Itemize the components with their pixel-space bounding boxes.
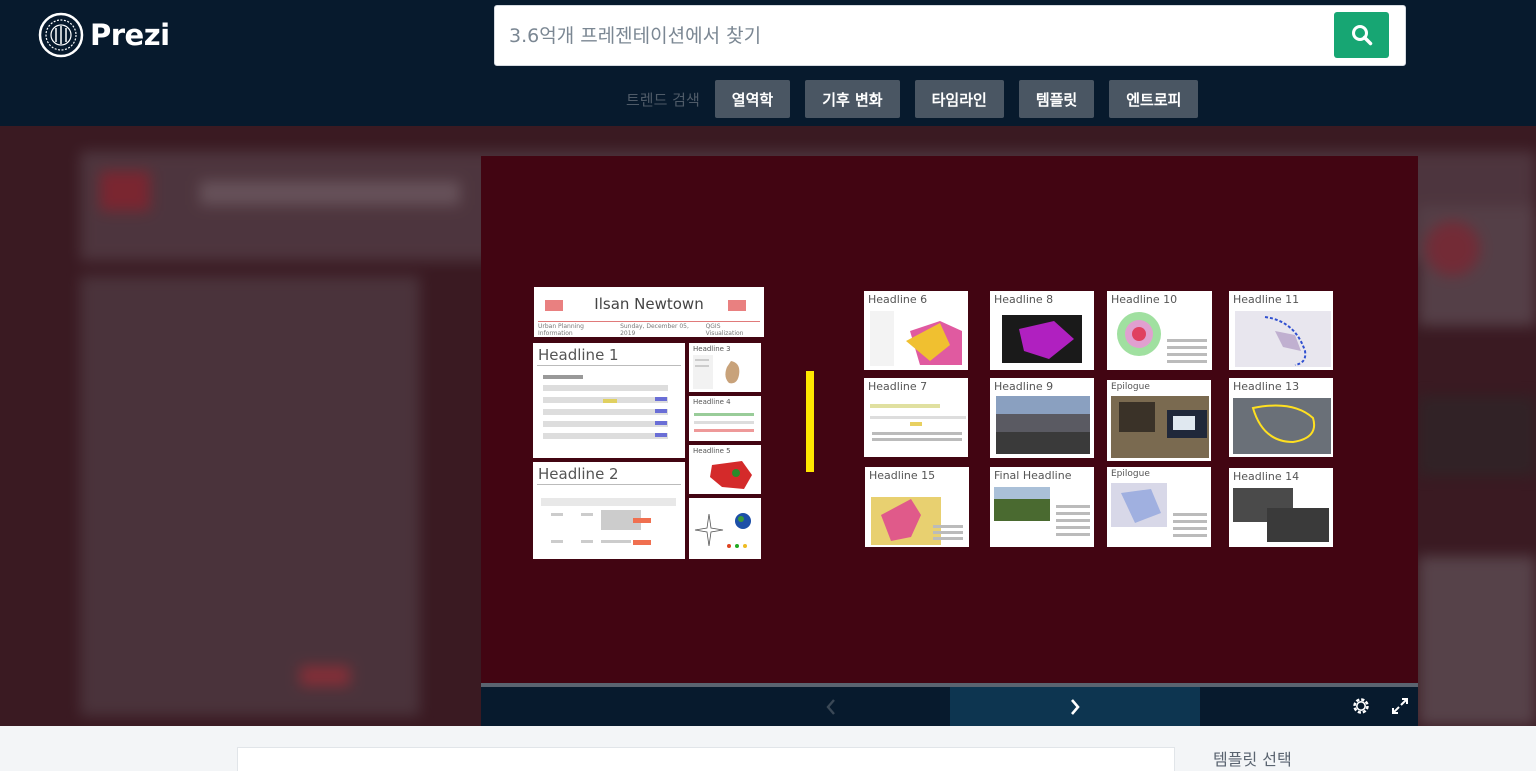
slide-heading: Headline 3: [693, 345, 731, 353]
slide-epilogue-b[interactable]: Epilogue: [1107, 467, 1211, 547]
slide-heading: Headline 5: [693, 447, 731, 455]
slide-heading: Headline 15: [869, 469, 936, 482]
slide-heading: Headline 9: [994, 380, 1054, 393]
map-image: [1233, 398, 1331, 454]
chevron-left-icon: [826, 698, 835, 715]
prezi-logo[interactable]: Prezi: [38, 12, 170, 58]
slide-heading: Headline 2: [538, 465, 619, 483]
slide-headline-13[interactable]: Headline 13: [1229, 378, 1333, 457]
slide-heading: Headline 6: [868, 293, 928, 306]
trending-searches: 트렌드 검색 열역학 기후 변화 타임라인 템플릿 엔트로피: [626, 80, 1213, 118]
heatmap-image: [1117, 312, 1207, 363]
table-image: [541, 498, 676, 545]
slide-heading: Epilogue: [1111, 469, 1150, 479]
subtitle-right: QGIS Visualization: [705, 323, 744, 337]
map-image: [870, 311, 962, 366]
bottom-area: 템플릿 선택: [0, 726, 1536, 771]
prezi-viewer[interactable]: Ilsan Newtown Urban Planning Information…: [481, 156, 1418, 726]
photo-image: [996, 396, 1090, 454]
slide-headline-14[interactable]: Headline 14: [1229, 468, 1333, 547]
slide-epilogue-a[interactable]: Epilogue: [1107, 380, 1211, 461]
slide-title-text: Ilsan Newtown: [594, 295, 704, 313]
chart-image: [870, 404, 966, 441]
slide-heading: Headline 7: [868, 380, 928, 393]
slide-headline-5[interactable]: Headline 5: [689, 445, 761, 494]
slide-icons[interactable]: [689, 498, 761, 559]
next-button[interactable]: [950, 687, 1200, 726]
top-header: Prezi 트렌드 검색 열역학 기후 변화 타임라인 템플릿 엔트로피: [0, 0, 1536, 126]
settings-button[interactable]: [1348, 693, 1374, 719]
slide-heading: Headline 1: [538, 346, 619, 364]
presentation-stage: Ilsan Newtown Urban Planning Information…: [0, 126, 1536, 726]
slide-heading: Headline 11: [1233, 293, 1300, 306]
table-image: [543, 375, 668, 439]
presentation-canvas[interactable]: Ilsan Newtown Urban Planning Information…: [481, 156, 1418, 683]
map-image: [710, 461, 752, 489]
slide-subtitle: Urban Planning Information Sunday, Decem…: [538, 323, 760, 337]
viewer-controls: [481, 687, 1418, 726]
slide-headline-3[interactable]: Headline 3: [689, 343, 761, 392]
slide-final-headline[interactable]: Final Headline: [990, 467, 1094, 547]
slide-heading: Headline 4: [693, 398, 731, 406]
trend-label: 트렌드 검색: [626, 90, 700, 109]
fullscreen-button[interactable]: [1387, 693, 1413, 719]
map-image: [871, 497, 963, 545]
trend-chip-timeline[interactable]: 타임라인: [914, 80, 1004, 118]
map-image: [1111, 483, 1207, 537]
slide-title[interactable]: Ilsan Newtown Urban Planning Information…: [534, 287, 764, 337]
satellite-image: [1233, 488, 1329, 542]
yellow-marker: [806, 371, 814, 472]
prev-button[interactable]: [811, 687, 851, 726]
gear-icon: [1353, 698, 1369, 714]
map-image: [1002, 315, 1082, 363]
slide-headline-15[interactable]: Headline 15: [865, 467, 969, 547]
fullscreen-icon: [1392, 698, 1408, 714]
trend-chip-entropy[interactable]: 엔트로피: [1109, 80, 1199, 118]
search-icon: [1351, 25, 1372, 46]
slide-heading: Headline 14: [1233, 470, 1300, 483]
slide-headline-4[interactable]: Headline 4: [689, 396, 761, 441]
slide-headline-7[interactable]: Headline 7: [864, 378, 968, 457]
map-image: [1235, 311, 1331, 367]
chart-image: [694, 413, 754, 432]
subtitle-mid: Sunday, December 05, 2019: [620, 323, 689, 337]
chevron-right-icon: [1071, 698, 1080, 715]
slide-heading: Headline 8: [994, 293, 1054, 306]
template-select-link[interactable]: 템플릿 선택: [1213, 746, 1292, 770]
slide-heading: Epilogue: [1111, 382, 1150, 392]
content-panel: [237, 747, 1175, 771]
divider: [537, 484, 681, 485]
subtitle-left: Urban Planning Information: [538, 323, 584, 337]
slide-headline-1[interactable]: Headline 1: [533, 343, 685, 458]
slide-headline-8[interactable]: Headline 8: [990, 291, 1094, 370]
slide-headline-10[interactable]: Headline 10: [1107, 291, 1212, 370]
search-bar: [494, 5, 1406, 66]
trend-chip-thermodynamics[interactable]: 열역학: [714, 80, 791, 118]
slide-headline-6[interactable]: Headline 6: [864, 291, 968, 370]
prezi-logo-icon: [38, 12, 84, 58]
slide-heading: Headline 10: [1111, 293, 1178, 306]
search-input[interactable]: [509, 6, 1329, 65]
trend-chip-climate-change[interactable]: 기후 변화: [805, 80, 900, 118]
slide-heading: Final Headline: [994, 469, 1072, 482]
photo-collage-image: [1111, 396, 1209, 458]
photo-image: [994, 487, 1090, 536]
divider: [538, 321, 760, 322]
map-image: [693, 355, 740, 389]
logo-text: Prezi: [90, 18, 170, 52]
trend-chip-template[interactable]: 템플릿: [1018, 80, 1095, 118]
divider: [537, 365, 681, 366]
slide-heading: Headline 13: [1233, 380, 1300, 393]
slide-headline-9[interactable]: Headline 9: [990, 378, 1094, 458]
compass-globe-image: [694, 513, 751, 548]
slide-headline-11[interactable]: Headline 11: [1229, 291, 1333, 370]
slide-headline-2[interactable]: Headline 2: [533, 462, 685, 559]
search-button[interactable]: [1334, 12, 1389, 58]
